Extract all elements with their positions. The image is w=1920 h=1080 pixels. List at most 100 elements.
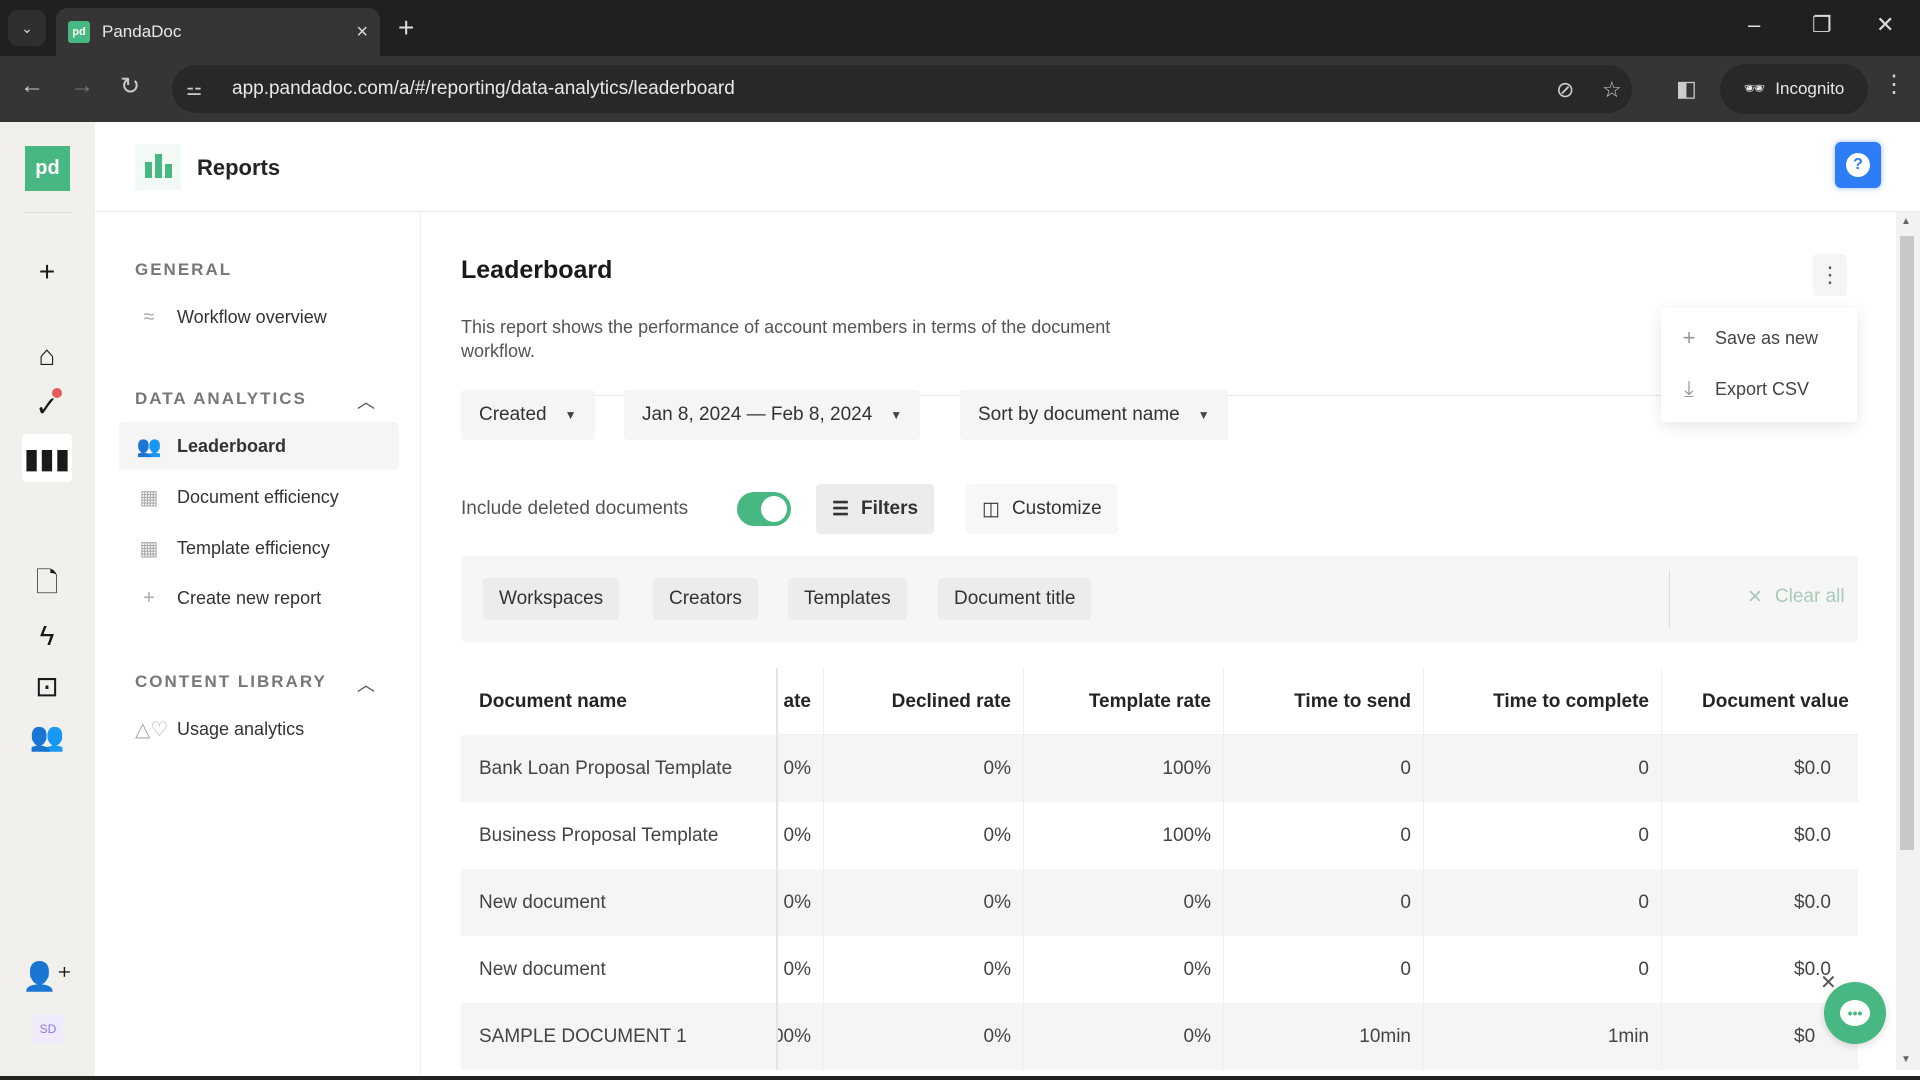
cell-declined-rate: 0% — [824, 802, 1024, 869]
dropdown-value: Sort by document name — [978, 404, 1180, 425]
reports-icon[interactable]: ▮▮▮ — [22, 434, 72, 482]
help-button[interactable]: ? — [1835, 142, 1881, 188]
dropdown-value: Jan 8, 2024 — Feb 8, 2024 — [642, 404, 873, 425]
incognito-badge[interactable]: 🕶 Incognito — [1720, 64, 1868, 114]
notification-dot — [52, 388, 62, 398]
date-type-dropdown[interactable]: Created ▼ — [461, 390, 595, 440]
column-header-time-to-send[interactable]: Time to send — [1224, 668, 1424, 735]
filter-chip-document-title[interactable]: Document title — [938, 578, 1092, 620]
address-bar[interactable]: ⚍ app.pandadoc.com/a/#/reporting/data-an… — [172, 65, 1632, 113]
column-header-template-rate[interactable]: Template rate — [1024, 668, 1224, 735]
subnav-item-create-new-report[interactable]: + Create new report — [119, 574, 399, 622]
scroll-thumb[interactable] — [1900, 236, 1914, 850]
avatar[interactable]: SD — [33, 1014, 63, 1044]
cell-declined-rate: 0% — [824, 936, 1024, 1003]
cell-declined-rate: 0% — [824, 1003, 1024, 1070]
automation-icon[interactable]: ϟ — [22, 612, 72, 660]
document-icon[interactable]: 🗋 — [22, 562, 72, 610]
contacts-icon[interactable]: 👥 — [22, 712, 72, 760]
url-text[interactable]: app.pandadoc.com/a/#/reporting/data-anal… — [232, 78, 735, 100]
subnav-item-workflow-overview[interactable]: ≈ Workflow overview — [119, 293, 399, 341]
table-header: Document name ate Declined rate Template… — [461, 668, 1858, 735]
forward-icon[interactable]: → — [70, 72, 94, 100]
browser-toolbar: ← → ↻ ⚍ app.pandadoc.com/a/#/reporting/d… — [0, 56, 1920, 122]
button-label: Customize — [1011, 498, 1102, 519]
page-scrollbar[interactable]: ▲ ▼ — [1896, 212, 1920, 1070]
filter-chip-templates[interactable]: Templates — [788, 578, 907, 620]
caret-down-icon: ▼ — [1197, 408, 1210, 422]
restore-icon[interactable]: ❐ — [1812, 12, 1832, 38]
tracking-protection-icon[interactable]: ⊘ — [1556, 77, 1574, 103]
add-user-icon[interactable]: 👤⁺ — [22, 952, 72, 1000]
cell-time-to-complete: 0 — [1424, 869, 1662, 936]
home-icon[interactable]: ⌂ — [22, 332, 72, 380]
include-deleted-label: Include deleted documents — [461, 498, 689, 519]
reload-icon[interactable]: ↻ — [120, 72, 140, 101]
column-header-rate[interactable]: ate — [778, 668, 824, 735]
incognito-icon: 🕶 — [1743, 79, 1766, 98]
table-row[interactable]: Bank Loan Proposal Template 0% 0% 100% 0 0 $0.… — [461, 735, 1858, 802]
bookmark-star-icon[interactable]: ☆ — [1602, 77, 1622, 103]
table-row[interactable]: New document 0% 0% 0% 0 0 $0.0 — [461, 869, 1858, 936]
chat-icon: ••• — [1840, 1000, 1870, 1026]
menu-item-label: Save as new — [1715, 327, 1819, 348]
pandadoc-logo[interactable]: pd — [25, 146, 70, 191]
button-label: Filters — [861, 498, 919, 519]
close-tab-icon[interactable]: × — [356, 21, 368, 44]
filters-button[interactable]: ☰ Filters — [816, 484, 935, 534]
subnav-item-template-efficiency[interactable]: ▦ Template efficiency — [119, 524, 399, 572]
scroll-up-icon[interactable]: ▲ — [1901, 216, 1911, 227]
plus-icon[interactable]: + — [22, 248, 72, 296]
table-row[interactable]: SAMPLE DOCUMENT 1 00% 0% 0% 10min 1min $0 — [461, 1003, 1858, 1070]
chips-separator — [1669, 570, 1670, 628]
subnav-item-document-efficiency[interactable]: ▦ Document efficiency — [119, 473, 399, 521]
subnav-item-usage-analytics[interactable]: △♡ Usage analytics — [119, 705, 399, 753]
collapse-data-analytics-icon[interactable]: ︿ — [357, 388, 375, 414]
app-header: Reports ? — [95, 122, 1920, 212]
clear-all-button[interactable]: ✕ Clear all — [1747, 586, 1845, 609]
cell-document-value: $0.0 — [1794, 891, 1831, 913]
include-deleted-toggle[interactable] — [737, 492, 791, 526]
menu-item-export-csv[interactable]: ⤓ Export CSV — [1677, 369, 1809, 409]
browser-menu-icon[interactable]: ⋮ — [1882, 70, 1906, 99]
scroll-down-icon[interactable]: ▼ — [1901, 1054, 1911, 1065]
cell-time-to-send: 0 — [1224, 869, 1424, 936]
help-icon: ? — [1846, 153, 1870, 177]
subnav-item-leaderboard[interactable]: 👥 Leaderboard — [119, 422, 399, 470]
tasks-icon[interactable]: ✓ — [22, 382, 72, 430]
column-header-time-to-complete[interactable]: Time to complete — [1424, 668, 1662, 735]
table-icon: ▦ — [139, 486, 159, 509]
filter-chip-workspaces[interactable]: Workspaces — [483, 578, 620, 620]
menu-item-save-as-new[interactable]: + Save as new — [1677, 318, 1819, 358]
window-close-icon[interactable]: ✕ — [1876, 12, 1894, 38]
date-range-dropdown[interactable]: Jan 8, 2024 — Feb 8, 2024 ▼ — [624, 390, 921, 440]
column-header-declined-rate[interactable]: Declined rate — [824, 668, 1024, 735]
back-icon[interactable]: ← — [20, 72, 44, 100]
new-tab-button[interactable]: + — [398, 12, 414, 44]
sort-dropdown[interactable]: Sort by document name ▼ — [960, 390, 1228, 440]
cell-rate: 0% — [778, 802, 824, 869]
cell-time-to-complete: 0 — [1424, 802, 1662, 869]
table-row[interactable]: Business Proposal Template 0% 0% 100% 0 0 $0.0 — [461, 802, 1858, 869]
minimize-icon[interactable]: – — [1748, 12, 1760, 38]
forms-icon[interactable]: ⊡ — [22, 662, 72, 710]
site-settings-icon[interactable]: ⚍ — [186, 79, 222, 100]
customize-button[interactable]: ◫ Customize — [966, 484, 1118, 534]
side-panel-icon[interactable]: ◧ — [1676, 76, 1697, 102]
chat-button[interactable]: ••• — [1824, 982, 1886, 1044]
cell-rate: 00% — [773, 1003, 824, 1070]
cell-document-name: New document — [461, 869, 778, 936]
table-row[interactable]: New document 0% 0% 0% 0 0 $0.0 — [461, 936, 1858, 1003]
nav-item-label: Document efficiency — [177, 486, 339, 507]
cell-time-to-complete: 1min — [1424, 1003, 1662, 1070]
report-content: Leaderboard This report shows the perfor… — [421, 212, 1891, 1080]
filter-chip-creators[interactable]: Creators — [653, 578, 758, 620]
cell-declined-rate: 0% — [824, 735, 1024, 802]
column-header-document-name[interactable]: Document name — [461, 668, 778, 735]
pandadoc-favicon: pd — [68, 21, 90, 43]
column-header-document-value[interactable]: Document value — [1662, 668, 1858, 735]
more-options-button[interactable]: ⋮ — [1813, 254, 1847, 296]
collapse-content-library-icon[interactable]: ︿ — [357, 671, 375, 697]
tab-search-button[interactable]: ⌄ — [8, 10, 46, 46]
browser-tab[interactable]: pd PandaDoc × — [56, 8, 380, 56]
